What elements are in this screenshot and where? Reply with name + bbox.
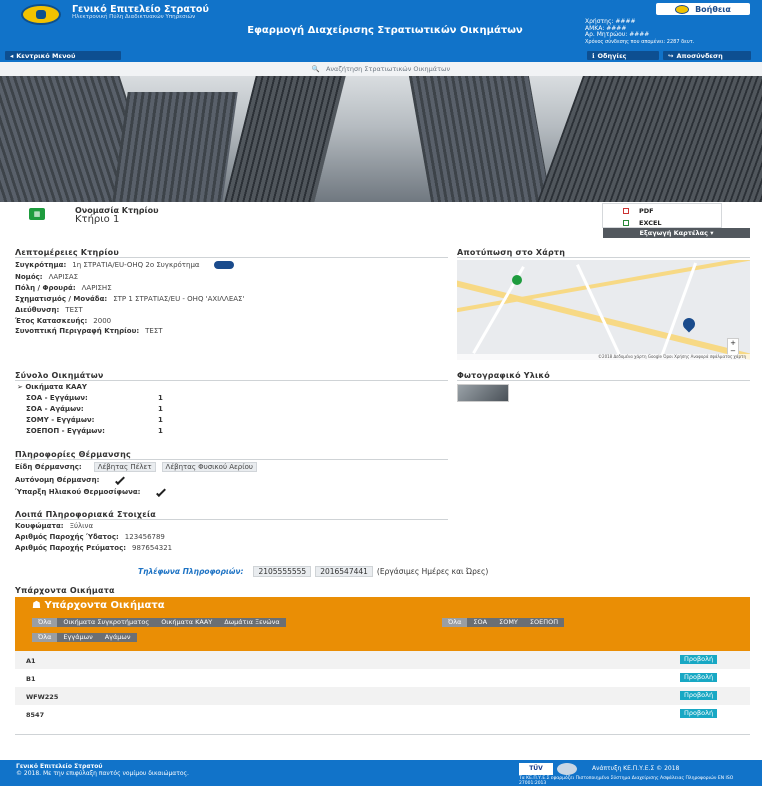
- unit-icon[interactable]: [213, 261, 234, 269]
- tuv-logo: TÜV: [519, 763, 553, 775]
- photo-thumbnail[interactable]: [457, 384, 509, 402]
- view-button[interactable]: Προβολή: [680, 709, 718, 718]
- info-icon: ℹ: [592, 51, 595, 60]
- pdf-icon: [623, 208, 629, 214]
- existing-title: Υπάρχοντα Οικήματα: [15, 586, 115, 595]
- detail-row: Νομός: ΛΑΡΙΣΑΣ: [15, 273, 79, 281]
- info-phones: Τηλέφωνα Πληροφοριών: 2105555555 201654744…: [138, 566, 489, 577]
- detail-row: Διεύθυνση: ΤΕΣΤ: [15, 306, 83, 314]
- filter-group-category: Όλα ΣΟΑ ΣΟΜΥ ΣΟΕΠΟΠ: [442, 618, 565, 627]
- filter-soepop[interactable]: ΣΟΕΠΟΠ: [524, 618, 564, 627]
- export-excel-option[interactable]: EXCEL: [603, 218, 721, 228]
- filter-single[interactable]: Αγάμων: [99, 633, 137, 642]
- heating-type-chip: Λέβητας Φυσικού Αερίου: [161, 462, 257, 472]
- table-row: B1 Προβολή: [15, 669, 750, 687]
- app-header: Γενικό Επιτελείο Στρατού Ηλεκτρονική Πύλ…: [0, 0, 762, 62]
- view-button[interactable]: Προβολή: [680, 673, 718, 682]
- other-row: Κουφώματα: Ξύλινα: [15, 522, 94, 530]
- help-icon: [675, 4, 690, 14]
- photos-title: Φωτογραφικό Υλικό: [457, 371, 550, 380]
- org-subtitle: Ηλεκτρονική Πύλη Διαδικτυακών Υπηρεσιών: [72, 14, 196, 20]
- totals-group: ➢ Οικήματα ΚΑΑΥ: [17, 383, 87, 391]
- kepyes-logo-icon: [557, 763, 577, 775]
- filter-all[interactable]: Όλα: [442, 618, 468, 627]
- phone-number: 2105555555: [253, 566, 312, 577]
- export-card-button[interactable]: Εξαγωγή Καρτέλας ▾: [603, 228, 750, 238]
- app-title: Εφαρμογή Διαχείρισης Στρατιωτικών Οικημά…: [247, 25, 523, 36]
- totals-row: ΣΟΑ - Αγάμων: 1: [26, 405, 163, 413]
- building-banner-image: [0, 76, 762, 202]
- existing-panel-title: ☗ Υπάρχοντα Οικήματα: [32, 600, 165, 611]
- table-row: WFW225 Προβολή: [15, 687, 750, 705]
- chevron-left-icon: ◂: [10, 51, 14, 60]
- heating-title: Πληροφορίες Θέρμανσης: [15, 450, 131, 459]
- filter-complex[interactable]: Οικήματα Συγκροτήματος: [57, 618, 155, 627]
- totals-title: Σύνολο Οικημάτων: [15, 371, 104, 380]
- table-row: A1 Προβολή: [15, 651, 750, 669]
- export-menu: PDF EXCEL: [602, 203, 722, 228]
- filter-soa[interactable]: ΣΟΑ: [467, 618, 493, 627]
- help-button[interactable]: Βοήθεια: [656, 3, 750, 15]
- main-menu-button[interactable]: ◂ Κεντρικό Μενού: [5, 51, 121, 60]
- other-row: Αριθμός Παροχής Ρεύματος: 987654321: [15, 544, 173, 552]
- view-button[interactable]: Προβολή: [680, 691, 718, 700]
- filter-all[interactable]: Όλα: [32, 633, 58, 642]
- detail-row: Έτος Κατασκευής: 2000: [15, 317, 112, 325]
- filter-group-status: Όλα Εγγάμων Αγάμων: [32, 633, 137, 642]
- location-map[interactable]: + − ©2018 Δεδομένα χάρτη Google Όροι Χρήσ…: [457, 260, 750, 360]
- logout-icon: ↪: [668, 51, 674, 60]
- page-footer: Γενικό Επιτελείο Στρατού © 2018. Με την …: [0, 760, 762, 786]
- totals-row: ΣΟΕΠΟΠ - Εγγάμων: 1: [26, 427, 163, 435]
- other-info-title: Λοιπά Πληροφοριακά Στοιχεία: [15, 510, 156, 519]
- filter-somy[interactable]: ΣΟΜΥ: [493, 618, 524, 627]
- totals-row: ΣΟΜΥ - Εγγάμων: 1: [26, 416, 163, 424]
- view-button[interactable]: Προβολή: [680, 655, 718, 664]
- autonomous-heating: Αυτόνομη Θέρμανση:: [15, 475, 126, 485]
- totals-row: ΣΟΑ - Εγγάμων: 1: [26, 394, 163, 402]
- army-emblem-icon: [21, 4, 61, 25]
- checkmark-icon: [156, 487, 167, 497]
- user-info: Χρήστης: #### ΑΜΚΑ: #### Αρ. Μητρώου: ##…: [585, 18, 695, 45]
- building-icon: ▦: [29, 208, 45, 220]
- filter-kaay[interactable]: Οικήματα ΚΑΑΥ: [155, 618, 218, 627]
- detail-row: Συνοπτική Περιγραφή Κτηρίου: ΤΕΣΤ: [15, 327, 163, 335]
- phone-number: 2016547441: [315, 566, 373, 577]
- existing-panel: ☗ Υπάρχοντα Οικήματα Όλα Οικήματα Συγκρο…: [15, 597, 750, 654]
- details-title: Λεπτομέρειες Κτηρίου: [15, 248, 119, 257]
- excel-icon: [623, 220, 629, 226]
- other-row: Αριθμός Παροχής Ύδατος: 123456789: [15, 533, 165, 541]
- detail-row: Σχηματισμός / Μονάδα: ΣΤΡ 1 ΣΤΡΑΤΙΑΣ/EU -…: [15, 295, 245, 303]
- detail-row: Πόλη / Φρουρά: ΛΑΡΙΣΗΣ: [15, 284, 112, 292]
- export-pdf-option[interactable]: PDF: [603, 206, 721, 216]
- heating-types: Είδη Θέρμανσης: Λέβητας Πέλετ Λέβητας Φυσι…: [15, 462, 257, 472]
- map-title: Αποτύπωση στο Χάρτη: [457, 248, 566, 257]
- search-icon: 🔍: [311, 65, 320, 73]
- building-name-value: Κτήριο 1: [75, 214, 120, 225]
- filter-all[interactable]: Όλα: [32, 618, 58, 627]
- search-bar[interactable]: 🔍 Αναζήτηση Στρατιωτικών Οικημάτων: [0, 62, 762, 76]
- filter-guest-rooms[interactable]: Δωμάτια Ξενώνα: [218, 618, 285, 627]
- map-marker-green-icon: [512, 275, 522, 285]
- logout-button[interactable]: ↪ Αποσύνδεση: [663, 51, 751, 60]
- guide-button[interactable]: ℹ Οδηγίες: [587, 51, 659, 60]
- filter-group-type: Όλα Οικήματα Συγκροτήματος Οικήματα ΚΑΑΥ…: [32, 618, 286, 627]
- detail-row: Συγκρότημα: 1η ΣΤΡΑΤΙΑ/EU-OHQ 2ο Συγκρότη…: [15, 261, 234, 269]
- checkmark-icon: [115, 475, 126, 485]
- solar-heater: Ύπαρξη Ηλιακού Θερμοσίφωνα:: [15, 487, 167, 497]
- heating-type-chip: Λέβητας Πέλετ: [93, 462, 156, 472]
- filter-married[interactable]: Εγγάμων: [57, 633, 98, 642]
- table-row: 8547 Προβολή: [15, 705, 750, 723]
- map-pin-icon[interactable]: [680, 315, 698, 333]
